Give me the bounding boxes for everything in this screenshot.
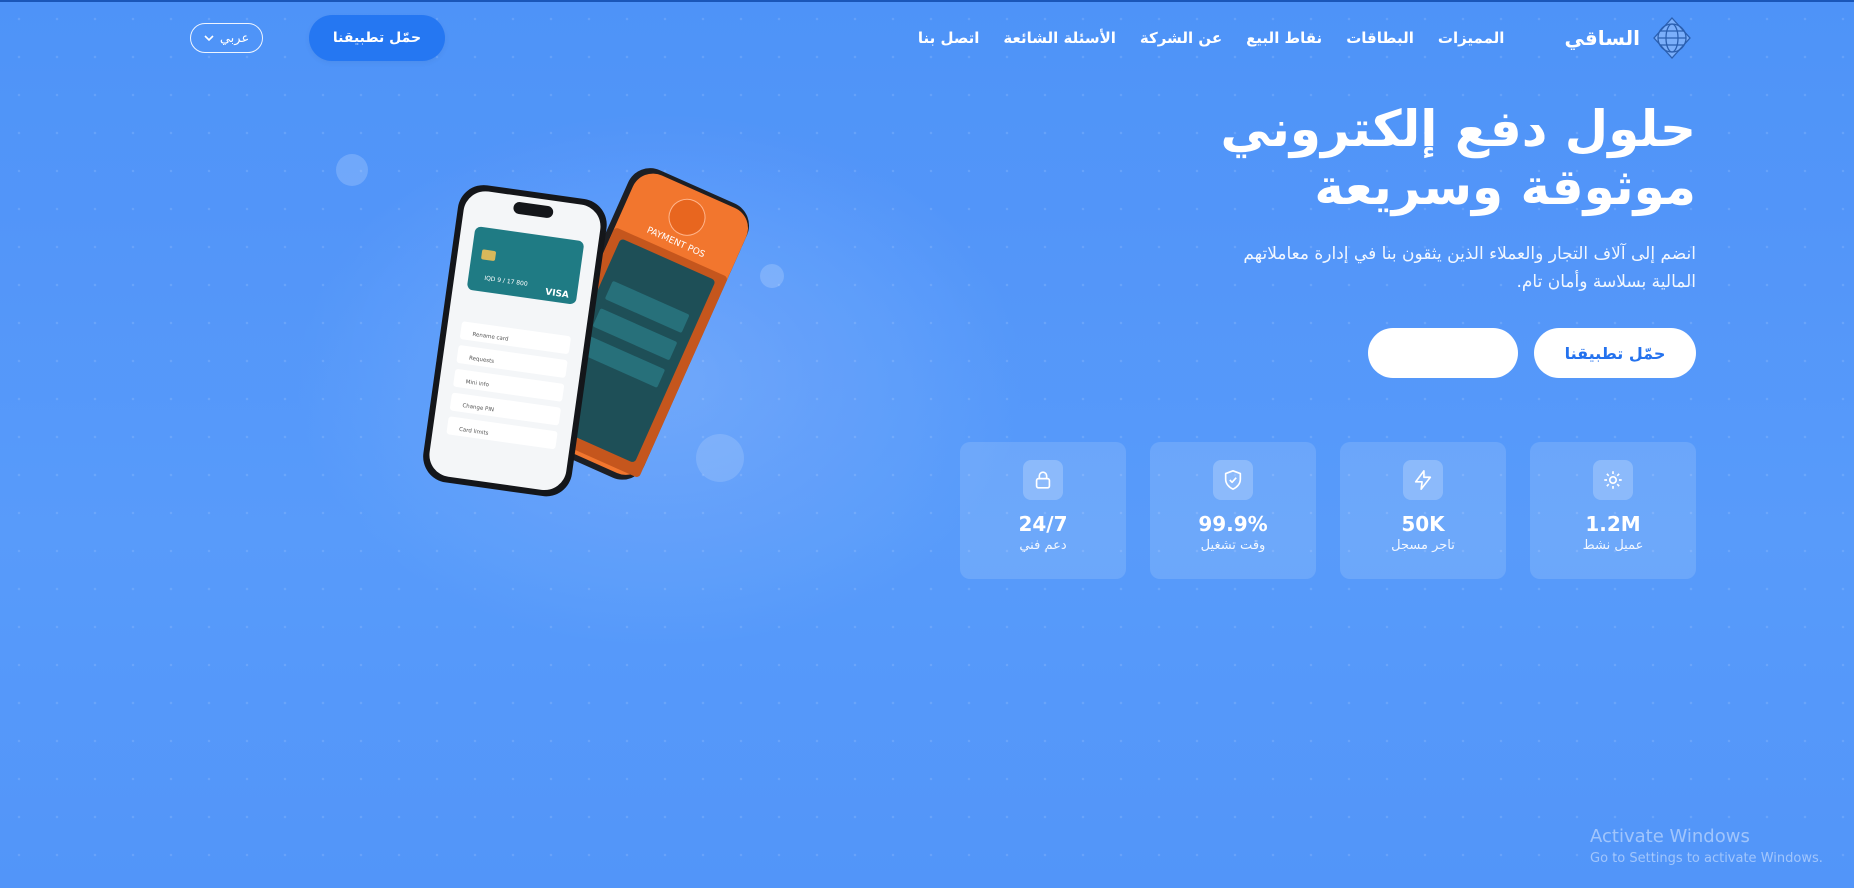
nav-item-faq[interactable]: الأسئلة الشائعة <box>1003 29 1116 47</box>
cta-row: حمّل تطبيقنا <box>1368 328 1696 378</box>
decorative-bubble <box>336 154 368 186</box>
main-nav: المميزات البطاقات نقاط البيع عن الشركة ا… <box>918 29 1505 47</box>
stat-value: 50K <box>1401 512 1445 536</box>
nav-item-features[interactable]: المميزات <box>1438 29 1505 47</box>
stat-label: دعم فني <box>1019 538 1067 553</box>
chevron-down-icon <box>204 35 214 42</box>
language-label: عربي <box>219 30 250 46</box>
shield-check-icon <box>1213 460 1253 500</box>
gear-icon <box>1593 460 1633 500</box>
site-header: الساقي المميزات البطاقات نقاط البيع عن ا… <box>190 14 1694 62</box>
pos-and-phone-illustration: PAYMENT POS IQD 9 / 17 800 VISA Rename c… <box>423 168 750 497</box>
stat-card-customers: 1.2M عميل نشط <box>1530 442 1696 579</box>
nav-item-contact[interactable]: اتصل بنا <box>918 29 980 47</box>
lock-icon <box>1023 460 1063 500</box>
nav-item-cards[interactable]: البطاقات <box>1346 29 1414 47</box>
header-actions: حمّل تطبيقنا عربي <box>190 15 445 61</box>
stat-card-support: 24/7 دعم فني <box>960 442 1126 579</box>
stat-value: 1.2M <box>1585 512 1641 536</box>
stat-value: 99.9% <box>1198 512 1268 536</box>
lightning-icon <box>1403 460 1443 500</box>
brand[interactable]: الساقي <box>1564 16 1694 60</box>
decorative-bubble <box>760 264 784 288</box>
stat-card-uptime: 99.9% وقت تشغيل <box>1150 442 1316 579</box>
nav-item-pos[interactable]: نقاط البيع <box>1246 29 1322 47</box>
watermark-subtitle: Go to Settings to activate Windows. <box>1590 851 1823 866</box>
hero-subtitle: انضم إلى آلاف التجار والعملاء الذين يثقو… <box>1243 244 1696 292</box>
stat-label: عميل نشط <box>1582 538 1644 553</box>
hero-download-button[interactable]: حمّل تطبيقنا <box>1534 328 1696 378</box>
nav-item-about[interactable]: عن الشركة <box>1140 29 1222 47</box>
hero-title: حلول دفع إلكتروني موثوقة وسريعة <box>1220 100 1697 216</box>
stat-card-merchants: 50K تاجر مسجل <box>1340 442 1506 579</box>
hero-secondary-button[interactable] <box>1368 328 1518 378</box>
globe-logo-icon <box>1653 17 1691 59</box>
stat-value: 24/7 <box>1018 512 1068 536</box>
brand-name: الساقي <box>1564 26 1640 50</box>
watermark-title: Activate Windows <box>1590 826 1750 847</box>
windows-activation-watermark: Activate Windows Go to Settings to activ… <box>1590 826 1823 866</box>
language-selector[interactable]: عربي <box>190 23 263 53</box>
stats-row: 1.2M عميل نشط 50K تاجر مسجل 99.9% وقت تش… <box>960 442 1696 579</box>
stat-label: تاجر مسجل <box>1391 538 1455 553</box>
stat-label: وقت تشغيل <box>1200 538 1266 553</box>
download-app-button[interactable]: حمّل تطبيقنا <box>309 15 445 61</box>
top-border <box>0 0 1854 2</box>
